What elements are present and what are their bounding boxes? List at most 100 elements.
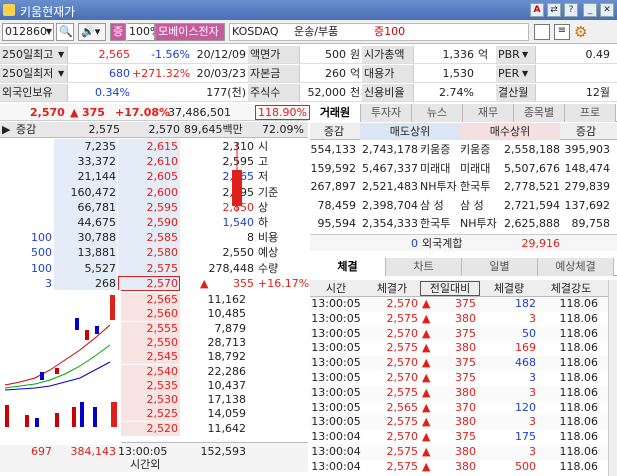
foreign-buy: 29,916 xyxy=(521,237,561,250)
alert-icon[interactable]: A xyxy=(530,3,544,17)
trade-tab[interactable]: 차트 xyxy=(386,258,462,276)
sector-label: 운송/부품 xyxy=(294,25,339,38)
candle-icon xyxy=(232,142,242,212)
speaker-icon: 🔊▾ xyxy=(81,25,101,38)
summary-val4: 52,000 xyxy=(307,86,347,99)
ask-row[interactable]: 500 13,881 2,580 2,550 예상 xyxy=(0,245,308,261)
trade-tab[interactable]: 체결 xyxy=(310,258,386,276)
ob-head-amount: 89,645백만 xyxy=(184,123,243,136)
ask-row[interactable]: 160,4722,6002,195기준 xyxy=(0,184,308,200)
ask-row[interactable]: 3 268 2,570 355 +16.17% xyxy=(0,275,309,291)
summary-key2: 주식수 xyxy=(248,84,300,101)
broker-row[interactable]: 267,897 2,521,483 NH투자 한국투 2,778,521 279,839 xyxy=(310,178,617,196)
up-triangle-icon: ▲ xyxy=(200,276,209,290)
trade-time: 13:00:04 xyxy=(311,459,361,473)
close-icon[interactable]: ✕ xyxy=(600,3,614,17)
broker-head-change-buy: 증감 xyxy=(575,125,597,138)
broker-tab[interactable]: 거래원 xyxy=(310,104,361,122)
summary-date: 177(천) xyxy=(206,86,246,99)
ob-foot-label: 시간외 xyxy=(130,458,161,471)
dropdown-icon[interactable]: ▼ xyxy=(58,46,64,63)
broker-tab[interactable]: 종목별 xyxy=(514,104,565,122)
broker-row[interactable]: 95,594 2,354,333 한국투 NH투자 2,625,888 89,758 xyxy=(310,215,617,233)
summary-val6 xyxy=(540,65,610,82)
summary-key3: 시가총액 xyxy=(362,46,414,63)
trade-scrollbar[interactable] xyxy=(608,280,617,476)
price-row: 2,570 ▲ 375 +17.08% 37,486,501 118.90% xyxy=(0,104,310,121)
trade-price: 2,575 xyxy=(386,459,419,473)
broker-sell-change: 554,133 xyxy=(310,143,357,156)
broker-sell-change: 78,459 xyxy=(317,198,357,212)
broker-buy-name: 키움증 xyxy=(460,143,491,156)
dropdown-icon[interactable]: ▼ xyxy=(58,65,64,82)
volume-ratio: 118.90% xyxy=(255,105,310,120)
trade-row[interactable]: 13:00:04 2,575 ▲ 380 500 118.06 xyxy=(310,459,608,475)
trade-tab[interactable]: 일별 xyxy=(462,258,538,276)
summary-row: 외국인보유 0.34% 177(천) 주식수 52,000 천 신용비율 2.74% 결산월 12… xyxy=(0,84,617,102)
broker-sell-name: 한국투 xyxy=(420,217,451,230)
trade-volume: 500 xyxy=(515,459,536,473)
broker-row[interactable]: 159,592 5,467,337 미래대 미래대 5,507,676 148,474 xyxy=(310,160,617,178)
minimize-icon[interactable]: _ xyxy=(583,3,597,17)
broker-buy-change: 89,758 xyxy=(571,217,611,230)
broker-tab[interactable]: 뉴스 xyxy=(412,104,463,122)
dropdown-icon[interactable]: ▼ xyxy=(522,46,528,63)
broker-tab[interactable]: 프로 xyxy=(565,104,616,122)
broker-sell-change: 159,592 xyxy=(310,161,357,175)
ask-row[interactable]: 66,781 2,595 2,850 상 xyxy=(0,199,308,215)
broker-buy-change: 137,692 xyxy=(564,198,611,212)
bid-qty: 11,642 xyxy=(207,421,247,435)
ask-row[interactable]: 44,675 2,590 1,540 하 xyxy=(0,215,308,231)
stock-name: 모베이스전자 xyxy=(155,23,225,41)
stock-name-value: 모베이스전자 xyxy=(158,25,219,38)
broker-row[interactable]: 78,459 2,398,704 삼 성삼 성 2,721,594 137,692 xyxy=(310,197,617,215)
search-button[interactable]: 🔍 xyxy=(56,23,74,41)
broker-sell-qty: 5,467,337 xyxy=(362,161,418,175)
broker-row[interactable]: 554,133 2,743,178 키움증 키움증 2,558,188 395,903 xyxy=(310,141,617,159)
margin-badge: 증 xyxy=(110,23,126,41)
window-icon[interactable] xyxy=(534,24,550,40)
ask-row[interactable]: 33,372 2,610 2,595 고 xyxy=(0,154,308,170)
dropdown-icon[interactable]: ▼ xyxy=(522,65,528,82)
ask-row[interactable]: 21,1442,6052,165저 xyxy=(0,169,308,185)
link-icon[interactable]: ⇄ xyxy=(547,3,561,17)
market-label: KOSDAQ xyxy=(232,25,279,38)
bid-price: 2,520 xyxy=(146,421,179,435)
broker-buy-qty: 2,778,521 xyxy=(504,180,560,193)
broker-buy-name: 삼 성 xyxy=(460,198,484,212)
settings-icon[interactable]: ⚙ xyxy=(574,23,587,41)
broker-sell-qty: 2,398,704 xyxy=(362,198,418,212)
summary-val4: 500 xyxy=(325,48,346,61)
broker-head-change-sell: 증감 xyxy=(323,125,345,138)
summary-key4: PER xyxy=(496,65,536,82)
summary-val1: 0.34% xyxy=(95,86,130,99)
broker-tab[interactable]: 투자자 xyxy=(361,104,412,122)
price-change: 375 xyxy=(82,106,105,119)
ask-row[interactable]: 7,235 2,615 2,310 시 xyxy=(0,139,308,155)
broker-tab[interactable]: 재무 xyxy=(463,104,514,122)
trade-tab[interactable]: 예상체결 xyxy=(538,258,614,276)
speaker-button[interactable]: 🔊▾ xyxy=(78,23,106,41)
stock-info-bar: KOSDAQ 운송/부품 증100 xyxy=(229,23,529,41)
ask-row[interactable]: 100 30,788 2,585 8 비용 xyxy=(0,230,308,246)
title-bar: 키움현재가 A ⇄ ? _ ✕ xyxy=(0,0,617,20)
ob-head-ask: 2,575 xyxy=(88,123,121,136)
summary-val5: 1,530 xyxy=(442,67,475,80)
stock-code-input[interactable]: 012860 ▼ xyxy=(2,23,54,41)
trade-strength: 118.06 xyxy=(559,459,599,473)
broker-sell-name: 삼 성 xyxy=(420,198,444,212)
window-title: 키움현재가 xyxy=(20,5,76,19)
summary-unit5: 억 xyxy=(478,48,489,61)
collapse-icon[interactable]: ▶ xyxy=(2,121,10,138)
list-icon[interactable]: ≡ xyxy=(554,24,570,40)
broker-buy-qty: 2,558,188 xyxy=(504,143,560,156)
help-icon[interactable]: ? xyxy=(564,3,578,17)
broker-head-buy: 매수상위 xyxy=(460,123,560,140)
current-price: 2,570 xyxy=(30,106,65,119)
up-triangle-icon: ▲ xyxy=(422,459,431,473)
broker-buy-qty: 2,721,594 xyxy=(504,198,560,212)
ask-row[interactable]: 100 5,527 2,575 278,448 수량 xyxy=(0,260,308,276)
foreign-sell: 0 xyxy=(411,237,418,250)
dropdown-icon[interactable]: ▼ xyxy=(46,24,52,40)
ob-foot-b: 384,143 xyxy=(70,445,117,458)
